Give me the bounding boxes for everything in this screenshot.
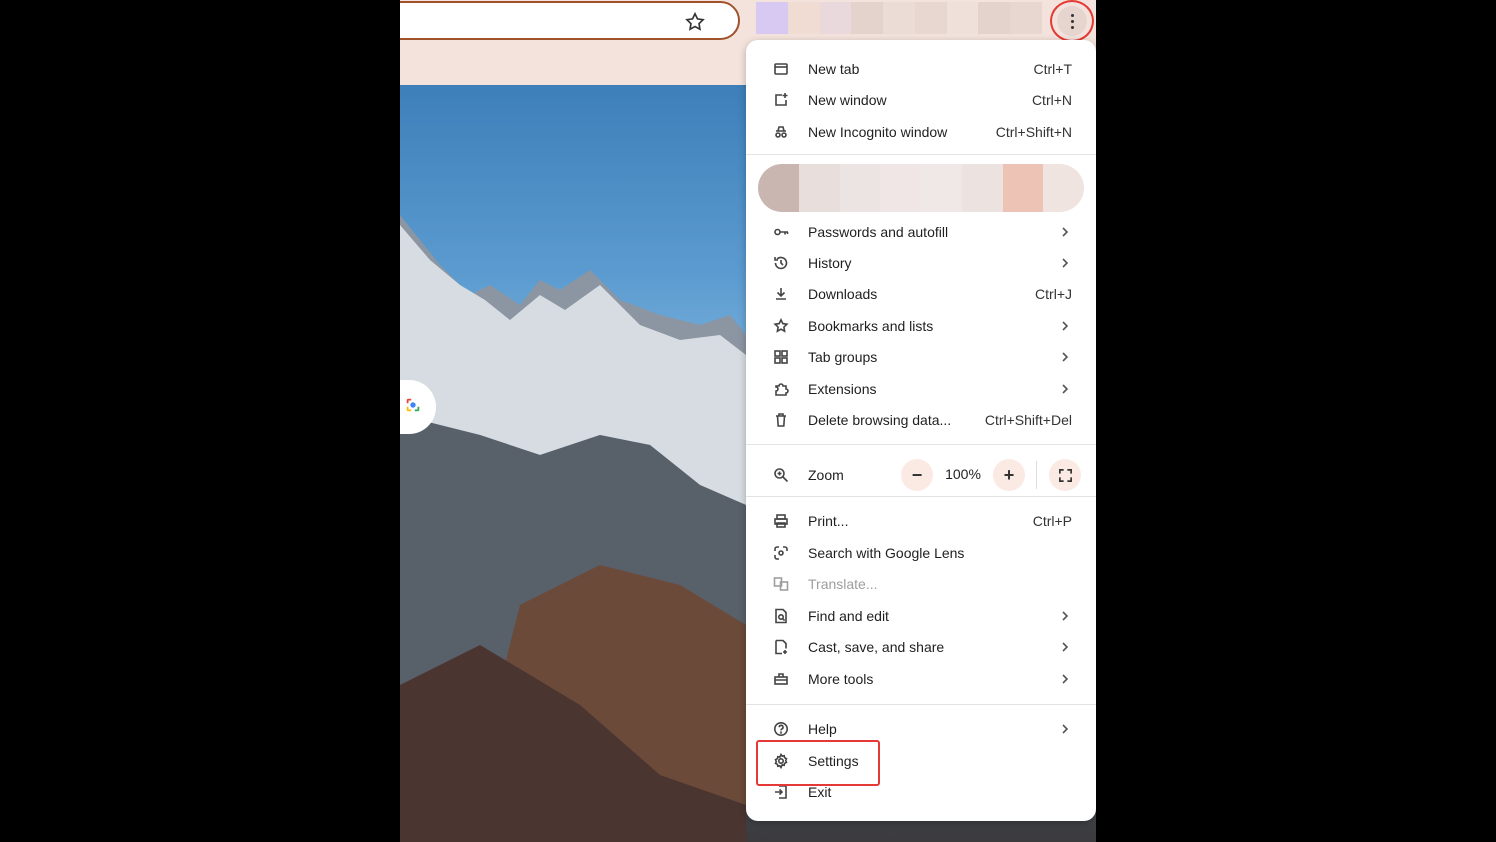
zoom-level-value: 100% [945,466,981,482]
incognito-icon [772,123,790,141]
lens-icon [772,544,790,562]
shortcut-text: Ctrl+N [1031,92,1072,108]
menu-item-label: Downloads [808,286,878,302]
menu-item-new-tab[interactable]: New tab Ctrl+T [746,54,1096,84]
menu-item-downloads[interactable]: Downloads Ctrl+J [746,279,1096,309]
menu-item-new-incognito[interactable]: New Incognito window Ctrl+Shift+N [746,117,1096,147]
printer-icon [772,512,790,530]
menu-item-label: Help [808,721,837,737]
tab-groups-icon [772,348,790,366]
google-lens-icon [404,396,422,419]
menu-item-help[interactable]: Help [746,714,1096,744]
browser-toolbar [400,0,1096,42]
menu-item-label: New window [808,92,887,108]
menu-item-passwords[interactable]: Passwords and autofill [746,217,1096,247]
new-window-icon [772,91,790,109]
extensions-strip-blurred [756,2,1043,34]
menu-item-label: Extensions [808,381,877,397]
menu-item-label: Cast, save, and share [808,639,945,655]
chevron-right-icon [1062,674,1069,684]
menu-item-settings[interactable]: Settings [746,746,1096,776]
menu-divider [746,496,1096,497]
menu-item-label: History [808,255,852,271]
chevron-right-icon [1062,258,1069,268]
exit-icon [772,783,790,801]
shortcut-text: Ctrl+T [1033,61,1073,77]
shortcut-text: Ctrl+Shift+Del [984,412,1072,428]
chrome-main-menu: New tab Ctrl+T New window Ctrl+N New Inc… [746,40,1096,821]
menu-item-new-window[interactable]: New window Ctrl+N [746,85,1096,115]
zoom-row: Zoom − 100% + [746,455,1096,495]
fullscreen-icon [1058,468,1072,482]
shortcut-text: Ctrl+P [1032,513,1072,529]
chevron-right-icon [1062,352,1069,362]
browser-window: New tab Ctrl+T New window Ctrl+N New Inc… [400,0,1096,842]
menu-divider [746,704,1096,705]
translate-icon [772,575,790,593]
key-icon [772,223,790,241]
chrome-menu-button[interactable] [1050,0,1094,42]
star-icon [772,317,790,335]
puzzle-piece-icon [772,380,790,398]
chevron-right-icon [1062,384,1069,394]
menu-item-label: Tab groups [808,349,878,365]
menu-item-tab-groups[interactable]: Tab groups [746,342,1096,372]
menu-item-bookmarks[interactable]: Bookmarks and lists [746,311,1096,341]
menu-item-label: Delete browsing data... [808,412,952,428]
shortcut-text: Ctrl+J [1035,286,1072,302]
menu-item-translate[interactable]: Translate... [746,569,1096,599]
chevron-right-icon [1062,227,1069,237]
toolbox-icon [772,670,790,688]
menu-item-label: Print... [808,513,849,529]
profile-row-blurred[interactable] [758,164,1084,212]
download-icon [772,285,790,303]
more-vertical-icon [1057,6,1087,36]
menu-item-print[interactable]: Print... Ctrl+P [746,506,1096,536]
menu-item-extensions[interactable]: Extensions [746,374,1096,404]
chevron-right-icon [1062,642,1069,652]
history-icon [772,254,790,272]
menu-item-google-lens[interactable]: Search with Google Lens [746,538,1096,568]
trash-icon [772,411,790,429]
help-icon [772,720,790,738]
menu-item-cast-save-share[interactable]: Cast, save, and share [746,632,1096,662]
shortcut-text: Ctrl+Shift+N [995,124,1072,140]
cast-save-icon [772,638,790,656]
menu-item-delete-browsing-data[interactable]: Delete browsing data... Ctrl+Shift+Del [746,405,1096,435]
bookmark-star-icon[interactable] [684,11,706,33]
menu-item-more-tools[interactable]: More tools [746,664,1096,694]
menu-item-find-and-edit[interactable]: Find and edit [746,601,1096,631]
menu-item-label: Find and edit [808,608,889,624]
chevron-right-icon [1062,611,1069,621]
menu-item-label: New tab [808,61,860,77]
menu-item-label: Settings [808,753,859,769]
zoom-label: Zoom [808,467,844,483]
menu-item-label: Passwords and autofill [808,224,949,240]
menu-item-label: Search with Google Lens [808,545,965,561]
zoom-out-button[interactable]: − [901,459,933,491]
menu-item-history[interactable]: History [746,248,1096,278]
zoom-divider [1036,461,1037,489]
menu-item-label: More tools [808,671,874,687]
find-page-icon [772,607,790,625]
menu-item-label: Translate... [808,576,878,592]
menu-item-label: Exit [808,784,832,800]
chevron-right-icon [1062,321,1069,331]
gear-icon [772,752,790,770]
zoom-in-button[interactable]: + [993,459,1025,491]
menu-item-label: Bookmarks and lists [808,318,934,334]
menu-item-exit[interactable]: Exit [746,777,1096,807]
new-tab-icon [772,60,790,78]
address-bar[interactable] [400,1,740,40]
menu-divider [746,154,1096,155]
menu-divider [746,444,1096,445]
zoom-magnifier-icon [772,466,790,484]
fullscreen-button[interactable] [1049,459,1081,491]
chevron-right-icon [1062,724,1069,734]
menu-item-label: New Incognito window [808,124,948,140]
